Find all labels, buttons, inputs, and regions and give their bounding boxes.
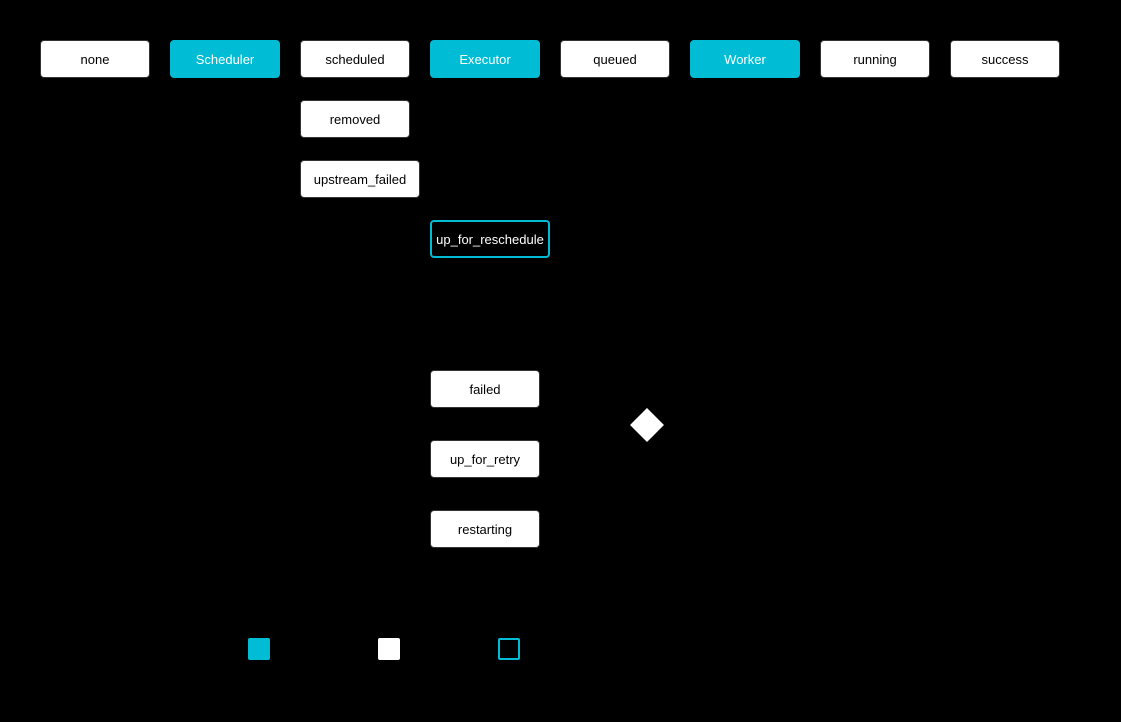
scheduled-node[interactable]: scheduled	[300, 40, 410, 78]
running-node[interactable]: running	[820, 40, 930, 78]
diamond-shape	[630, 408, 664, 442]
failed-node[interactable]: failed	[430, 370, 540, 408]
upstream-failed-node[interactable]: upstream_failed	[300, 160, 420, 198]
none-node[interactable]: none	[40, 40, 150, 78]
up-for-reschedule-node[interactable]: up_for_reschedule	[430, 220, 550, 258]
worker-node[interactable]: Worker	[690, 40, 800, 78]
success-node[interactable]: success	[950, 40, 1060, 78]
scheduler-node[interactable]: Scheduler	[170, 40, 280, 78]
legend-outlined-box	[498, 638, 520, 660]
executor-node[interactable]: Executor	[430, 40, 540, 78]
up-for-retry-node[interactable]: up_for_retry	[430, 440, 540, 478]
removed-node[interactable]: removed	[300, 100, 410, 138]
restarting-node[interactable]: restarting	[430, 510, 540, 548]
legend-blue-box	[248, 638, 270, 660]
legend-white-box	[378, 638, 400, 660]
queued-node[interactable]: queued	[560, 40, 670, 78]
